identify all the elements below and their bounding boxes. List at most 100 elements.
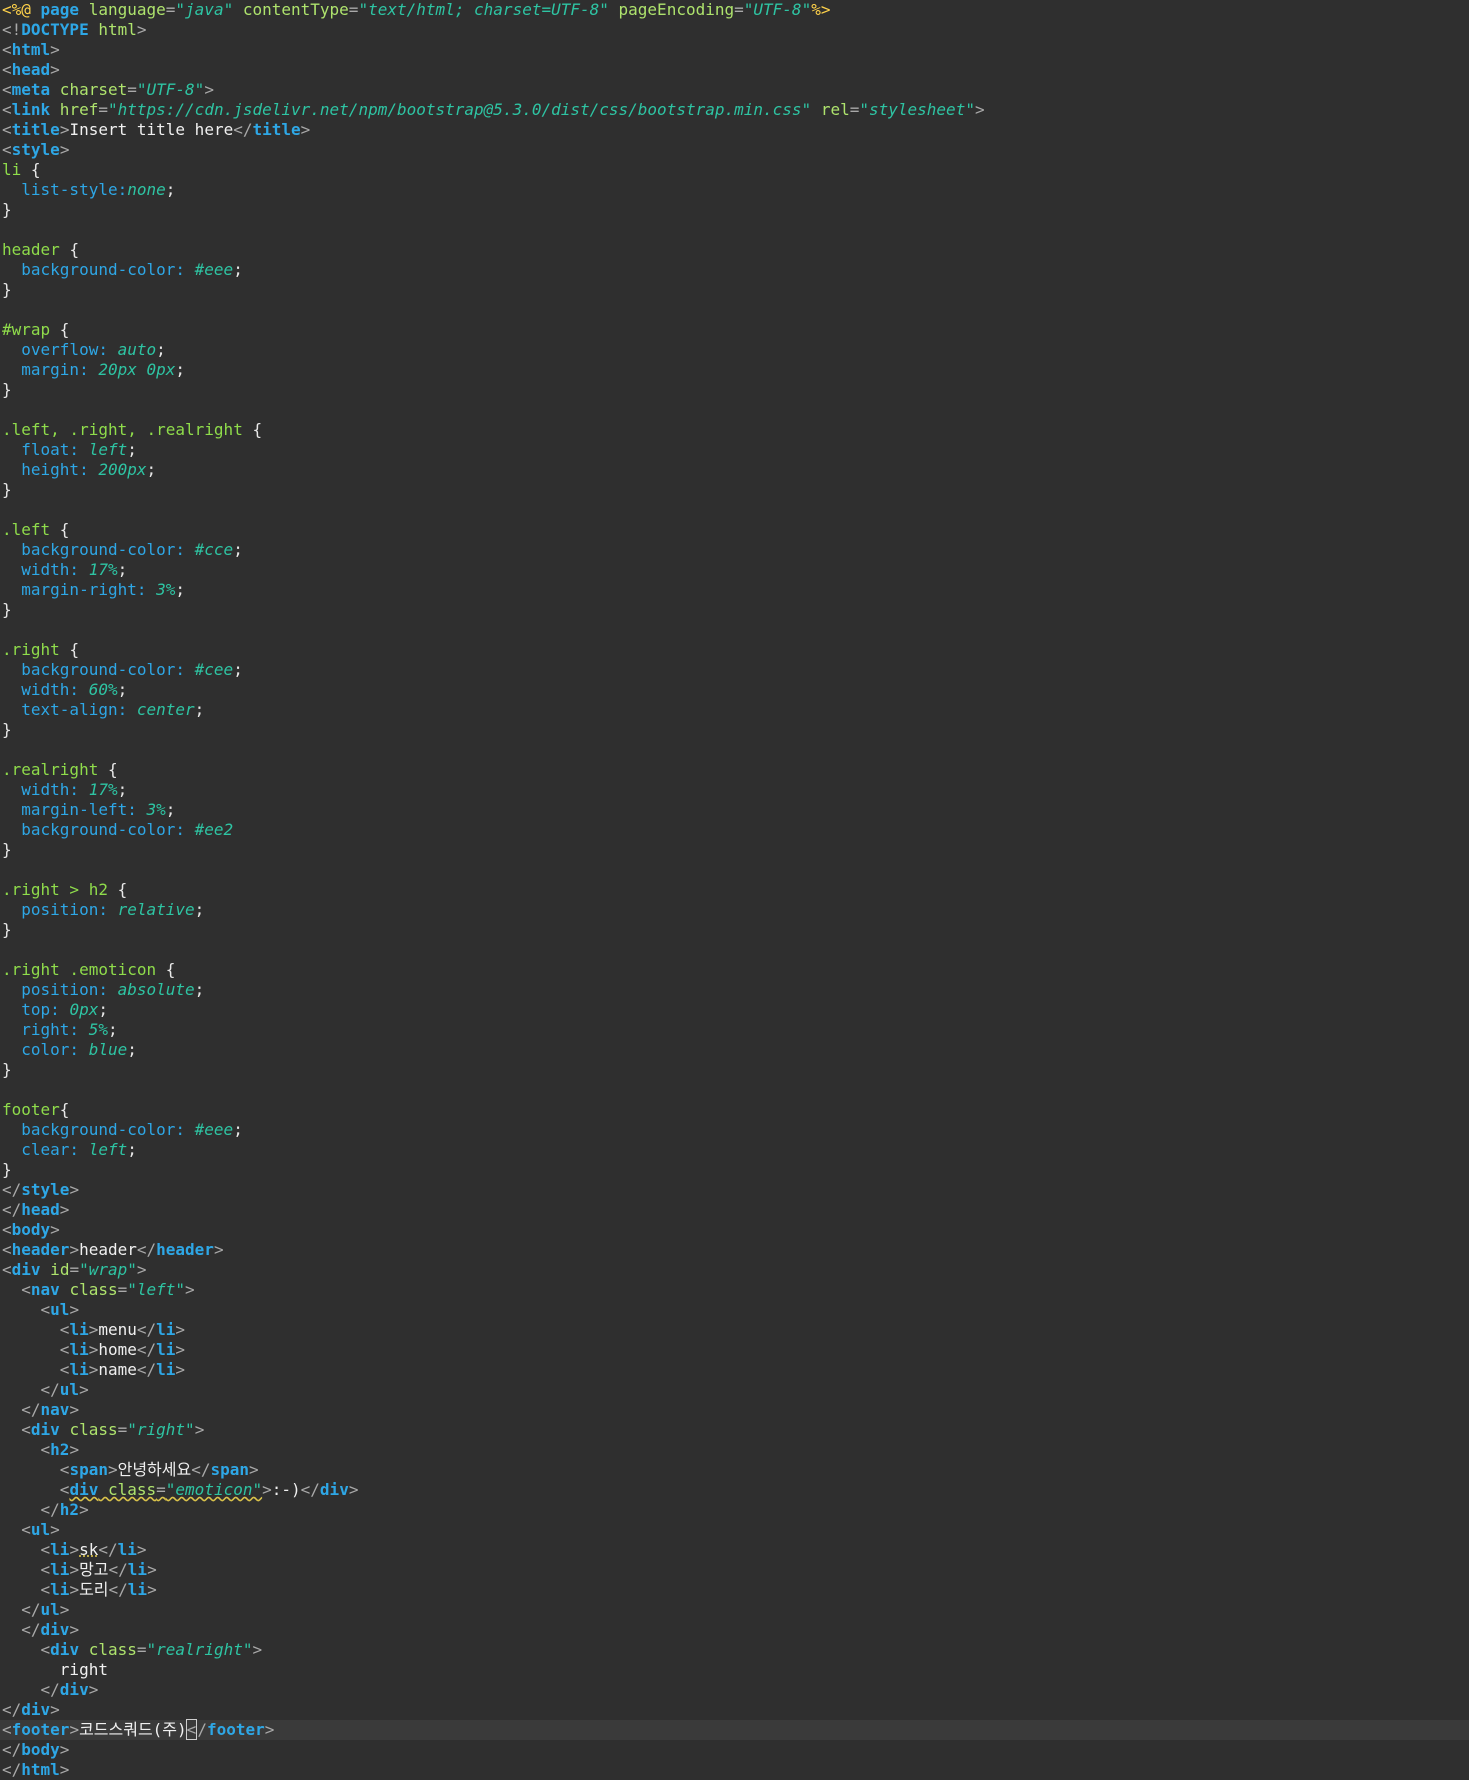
- code-line[interactable]: <!DOCTYPE html>: [0, 20, 1469, 40]
- code-line[interactable]: .left, .right, .realright {: [0, 420, 1469, 440]
- code-line[interactable]: }: [0, 380, 1469, 400]
- code-line[interactable]: color: blue;: [0, 1040, 1469, 1060]
- code-line[interactable]: background-color: #cce;: [0, 540, 1469, 560]
- code-line[interactable]: .right {: [0, 640, 1469, 660]
- code-line[interactable]: float: left;: [0, 440, 1469, 460]
- code-line[interactable]: <div class="right">: [0, 1420, 1469, 1440]
- code-token-punct: >: [194, 1420, 205, 1439]
- code-line[interactable]: <link href="https://cdn.jsdelivr.net/npm…: [0, 100, 1469, 120]
- code-line[interactable]: [0, 1080, 1469, 1100]
- code-line[interactable]: footer{: [0, 1100, 1469, 1120]
- code-line[interactable]: <li>망고</li>: [0, 1560, 1469, 1580]
- code-line[interactable]: position: relative;: [0, 900, 1469, 920]
- code-line[interactable]: <html>: [0, 40, 1469, 60]
- code-line[interactable]: <footer>코드스쿼드(주)</footer>: [0, 1719, 1469, 1740]
- code-token-punct: >: [249, 1460, 259, 1479]
- code-line[interactable]: height: 200px;: [0, 460, 1469, 480]
- code-line[interactable]: header {: [0, 240, 1469, 260]
- code-line[interactable]: <div class="realright">: [0, 1640, 1469, 1660]
- code-line[interactable]: <body>: [0, 1220, 1469, 1240]
- code-token-punct: <: [2, 1220, 12, 1239]
- code-line[interactable]: }: [0, 1060, 1469, 1080]
- code-line[interactable]: </div>: [0, 1620, 1469, 1640]
- code-token-tag: div: [59, 1680, 89, 1699]
- code-token-cssprop: position:: [2, 900, 118, 919]
- code-line[interactable]: clear: left;: [0, 1140, 1469, 1160]
- code-line[interactable]: list-style:none;: [0, 180, 1469, 200]
- code-line[interactable]: [0, 740, 1469, 760]
- code-line[interactable]: margin-right: 3%;: [0, 580, 1469, 600]
- code-line[interactable]: <li>name</li>: [0, 1360, 1469, 1380]
- code-line[interactable]: background-color: #eee;: [0, 1120, 1469, 1140]
- code-line[interactable]: </ul>: [0, 1600, 1469, 1620]
- code-line[interactable]: <title>Insert title here</title>: [0, 120, 1469, 140]
- code-line[interactable]: <head>: [0, 60, 1469, 80]
- code-line[interactable]: }: [0, 200, 1469, 220]
- code-line[interactable]: <style>: [0, 140, 1469, 160]
- code-line[interactable]: <%@ page language="java" contentType="te…: [0, 0, 1469, 20]
- code-line[interactable]: }: [0, 720, 1469, 740]
- code-line[interactable]: margin-left: 3%;: [0, 800, 1469, 820]
- code-line[interactable]: <li>menu</li>: [0, 1320, 1469, 1340]
- code-line[interactable]: background-color: #eee;: [0, 260, 1469, 280]
- code-line[interactable]: .right .emoticon {: [0, 960, 1469, 980]
- code-line[interactable]: top: 0px;: [0, 1000, 1469, 1020]
- code-token-plain: ;: [233, 1120, 243, 1139]
- code-line[interactable]: }: [0, 840, 1469, 860]
- code-line[interactable]: background-color: #ee2: [0, 820, 1469, 840]
- code-line[interactable]: [0, 300, 1469, 320]
- code-line[interactable]: li {: [0, 160, 1469, 180]
- code-line[interactable]: <h2>: [0, 1440, 1469, 1460]
- code-line[interactable]: <div class="emoticon">:-)</div>: [0, 1480, 1469, 1500]
- code-line[interactable]: }: [0, 600, 1469, 620]
- code-line[interactable]: <li>도리</li>: [0, 1580, 1469, 1600]
- code-line[interactable]: width: 60%;: [0, 680, 1469, 700]
- code-line[interactable]: <header>header</header>: [0, 1240, 1469, 1260]
- code-line[interactable]: [0, 500, 1469, 520]
- code-line[interactable]: #wrap {: [0, 320, 1469, 340]
- code-line[interactable]: }: [0, 280, 1469, 300]
- code-line[interactable]: [0, 220, 1469, 240]
- code-line[interactable]: </div>: [0, 1700, 1469, 1720]
- code-token-text: menu: [98, 1320, 137, 1339]
- code-line[interactable]: }: [0, 1160, 1469, 1180]
- code-line[interactable]: <li>sk</li>: [0, 1540, 1469, 1560]
- code-line[interactable]: [0, 620, 1469, 640]
- code-editor[interactable]: <%@ page language="java" contentType="te…: [0, 0, 1469, 1780]
- code-line[interactable]: </style>: [0, 1180, 1469, 1200]
- code-line[interactable]: position: absolute;: [0, 980, 1469, 1000]
- code-line[interactable]: <ul>: [0, 1300, 1469, 1320]
- code-line[interactable]: width: 17%;: [0, 560, 1469, 580]
- code-line[interactable]: [0, 940, 1469, 960]
- code-line[interactable]: </ul>: [0, 1380, 1469, 1400]
- code-line[interactable]: right: [0, 1660, 1469, 1680]
- code-token-punct: <: [2, 1720, 12, 1739]
- code-token-brace: }: [2, 200, 12, 219]
- code-line[interactable]: }: [0, 920, 1469, 940]
- code-line[interactable]: <div id="wrap">: [0, 1260, 1469, 1280]
- code-line[interactable]: .realright {: [0, 760, 1469, 780]
- code-line[interactable]: <li>home</li>: [0, 1340, 1469, 1360]
- code-token-punct: =: [127, 80, 137, 99]
- code-line[interactable]: }: [0, 480, 1469, 500]
- code-line[interactable]: text-align: center;: [0, 700, 1469, 720]
- code-line[interactable]: background-color: #cee;: [0, 660, 1469, 680]
- code-line[interactable]: [0, 860, 1469, 880]
- code-line[interactable]: <ul>: [0, 1520, 1469, 1540]
- code-line[interactable]: .left {: [0, 520, 1469, 540]
- code-line[interactable]: <meta charset="UTF-8">: [0, 80, 1469, 100]
- code-line[interactable]: .right > h2 {: [0, 880, 1469, 900]
- code-line[interactable]: overflow: auto;: [0, 340, 1469, 360]
- code-line[interactable]: margin: 20px 0px;: [0, 360, 1469, 380]
- code-line[interactable]: </nav>: [0, 1400, 1469, 1420]
- code-line[interactable]: </div>: [0, 1680, 1469, 1700]
- code-line[interactable]: <nav class="left">: [0, 1280, 1469, 1300]
- code-line[interactable]: </html>: [0, 1760, 1469, 1780]
- code-line[interactable]: </body>: [0, 1740, 1469, 1760]
- code-line[interactable]: <span>안녕하세요</span>: [0, 1460, 1469, 1480]
- code-line[interactable]: </head>: [0, 1200, 1469, 1220]
- code-line[interactable]: [0, 400, 1469, 420]
- code-line[interactable]: </h2>: [0, 1500, 1469, 1520]
- code-line[interactable]: width: 17%;: [0, 780, 1469, 800]
- code-line[interactable]: right: 5%;: [0, 1020, 1469, 1040]
